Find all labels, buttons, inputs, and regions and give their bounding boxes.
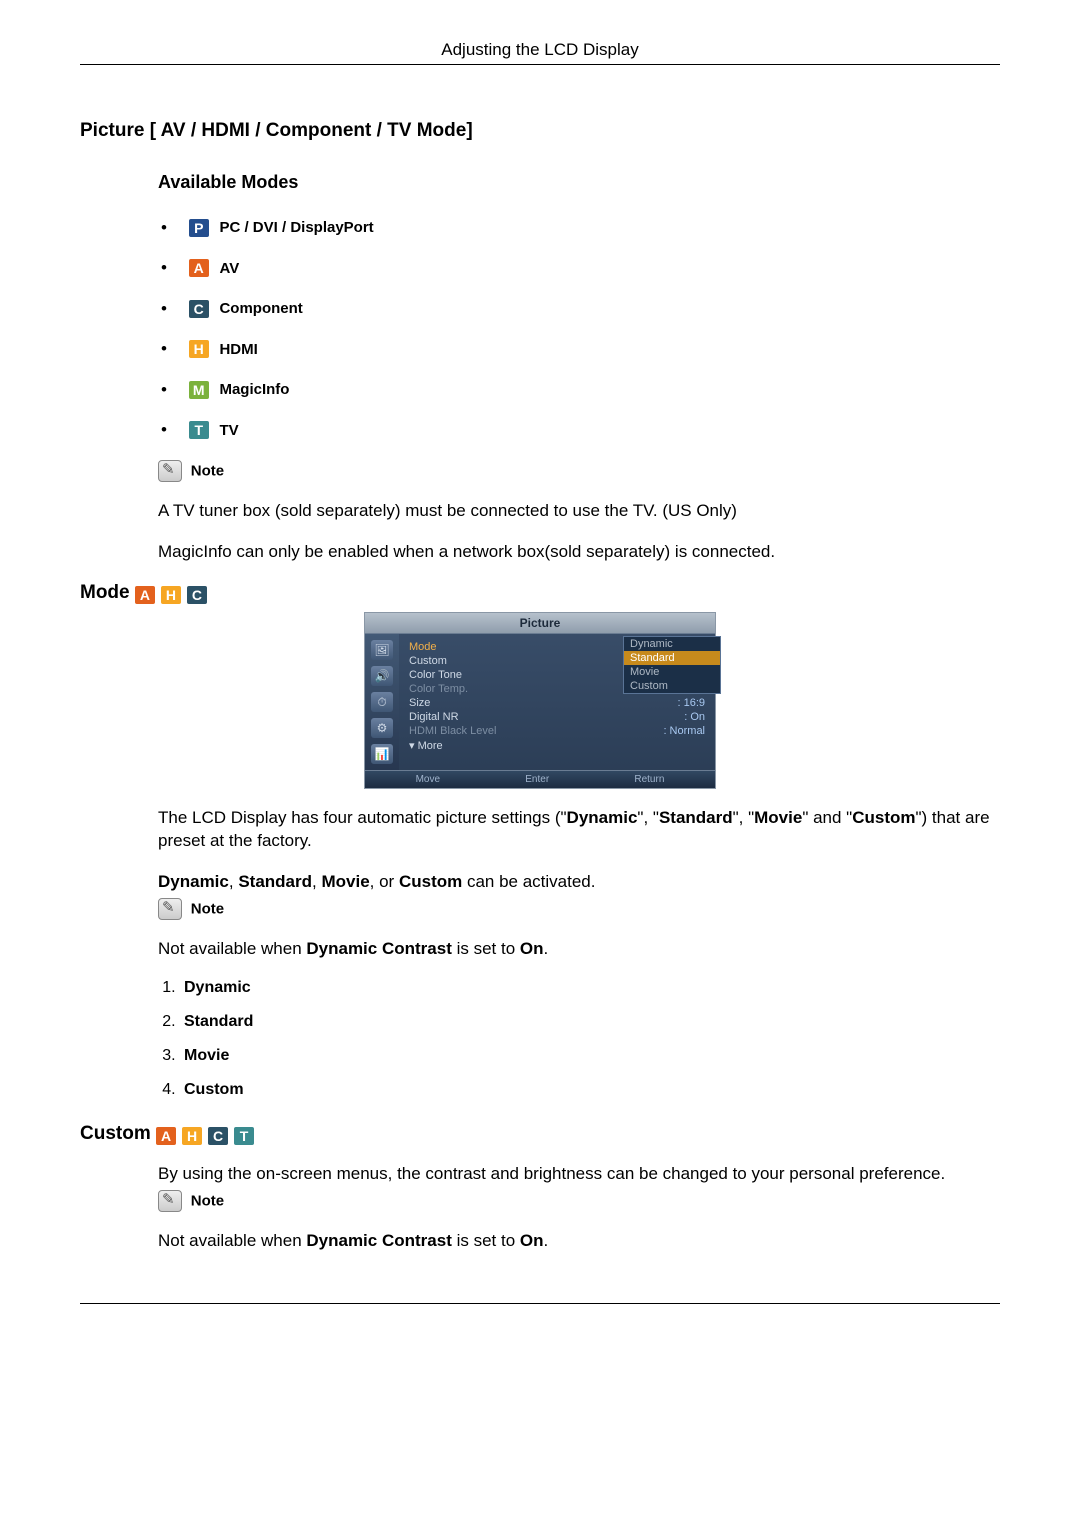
t-icon: T	[189, 421, 209, 439]
mode-label-tv: TV	[219, 422, 238, 439]
note-icon	[158, 460, 182, 482]
m-icon: M	[189, 381, 209, 399]
osd-popup-item: Custom	[624, 679, 720, 693]
t-icon: T	[234, 1127, 254, 1145]
mode-item-hdmi: • H HDMI	[158, 339, 1000, 360]
mode-options-list: Dynamic Standard Movie Custom	[158, 979, 1000, 1099]
osd-row: Size: 16:9	[409, 696, 705, 710]
osd-side-icon: 🖼	[371, 640, 393, 660]
osd-popup: Dynamic Standard Movie Custom	[623, 636, 721, 694]
custom-section-heading: Custom AHCT	[80, 1123, 1000, 1145]
bullet-icon: •	[158, 299, 170, 319]
page: Adjusting the LCD Display Picture [ AV /…	[80, 40, 1000, 1304]
mode-label-av: AV	[219, 260, 239, 277]
mode-item-av: • A AV	[158, 258, 1000, 279]
note-block: Note	[158, 460, 1000, 482]
note-block: Note	[158, 1190, 1000, 1212]
c-icon: C	[187, 586, 207, 604]
osd-footer: Move Enter Return	[365, 770, 715, 788]
running-head: Adjusting the LCD Display	[80, 40, 1000, 65]
note-label: Note	[191, 900, 224, 917]
p-icon: P	[189, 219, 209, 237]
note-label: Note	[191, 1192, 224, 1209]
a-icon: A	[156, 1127, 176, 1145]
osd-row: HDMI Black Level: Normal	[409, 724, 705, 738]
osd-popup-item: Movie	[624, 665, 720, 679]
note-text-1: A TV tuner box (sold separately) must be…	[158, 500, 1000, 523]
mode-section-heading: Mode AHC	[80, 582, 1000, 604]
bullet-icon: •	[158, 420, 170, 440]
osd-sidebar: 🖼 🔊 ⏱ ⚙ 📊	[365, 634, 399, 770]
h-icon: H	[182, 1127, 202, 1145]
mode-item-pc: • P PC / DVI / DisplayPort	[158, 217, 1000, 238]
osd-side-icon: ⏱	[371, 692, 393, 712]
a-icon: A	[135, 586, 155, 604]
osd-popup-item-selected: Standard	[624, 651, 720, 665]
mode-section-title: Mode	[80, 582, 130, 603]
h-icon: H	[189, 340, 209, 358]
osd-foot-return: Return	[634, 774, 664, 785]
mode-item-component: • C Component	[158, 298, 1000, 319]
note-icon	[158, 1190, 182, 1212]
available-modes-heading: Available Modes	[158, 172, 1000, 193]
available-modes-list: • P PC / DVI / DisplayPort • A AV • C Co…	[158, 217, 1000, 440]
bullet-icon: •	[158, 258, 170, 278]
c-icon: C	[208, 1127, 228, 1145]
note-block: Note	[158, 898, 1000, 920]
osd-main: Mode Custom Color Tone: Color Temp. Size…	[399, 634, 715, 770]
osd-screenshot: Picture 🖼 🔊 ⏱ ⚙ 📊 Mode Custom Color Tone…	[364, 612, 716, 789]
custom-section-title: Custom	[80, 1123, 151, 1144]
mode-label-component: Component	[219, 300, 302, 317]
osd-row: Digital NR: On	[409, 710, 705, 724]
note-dynamic-contrast: Not available when Dynamic Contrast is s…	[158, 938, 1000, 961]
osd-row: ▾ More	[409, 738, 705, 753]
mode-label-pc: PC / DVI / DisplayPort	[219, 219, 373, 236]
mode-label-hdmi: HDMI	[219, 341, 257, 358]
list-item: Custom	[180, 1081, 1000, 1099]
osd-foot-move: Move	[416, 774, 440, 785]
list-item: Standard	[180, 1013, 1000, 1031]
osd-foot-enter: Enter	[525, 774, 549, 785]
mode-activate-line: Dynamic, Standard, Movie, or Custom can …	[158, 871, 1000, 894]
list-item: Movie	[180, 1047, 1000, 1065]
h-icon: H	[161, 586, 181, 604]
osd-side-icon: ⚙	[371, 718, 393, 738]
footer-rule	[80, 1303, 1000, 1304]
list-item: Dynamic	[180, 979, 1000, 997]
note-label: Note	[191, 463, 224, 480]
page-title: Picture [ AV / HDMI / Component / TV Mod…	[80, 120, 1000, 142]
osd-title: Picture	[365, 613, 715, 634]
osd-popup-item: Dynamic	[624, 637, 720, 651]
mode-description: The LCD Display has four automatic pictu…	[158, 807, 1000, 853]
osd-side-icon: 🔊	[371, 666, 393, 686]
note-icon	[158, 898, 182, 920]
bullet-icon: •	[158, 339, 170, 359]
c-icon: C	[189, 300, 209, 318]
custom-description: By using the on-screen menus, the contra…	[158, 1163, 1000, 1186]
a-icon: A	[189, 259, 209, 277]
mode-label-magicinfo: MagicInfo	[219, 381, 289, 398]
bullet-icon: •	[158, 380, 170, 400]
note-dynamic-contrast-2: Not available when Dynamic Contrast is s…	[158, 1230, 1000, 1253]
note-text-2: MagicInfo can only be enabled when a net…	[158, 541, 1000, 564]
osd-body: 🖼 🔊 ⏱ ⚙ 📊 Mode Custom Color Tone: Color …	[365, 634, 715, 770]
mode-item-magicinfo: • M MagicInfo	[158, 379, 1000, 400]
mode-item-tv: • T TV	[158, 420, 1000, 441]
bullet-icon: •	[158, 218, 170, 238]
osd-side-icon: 📊	[371, 744, 393, 764]
